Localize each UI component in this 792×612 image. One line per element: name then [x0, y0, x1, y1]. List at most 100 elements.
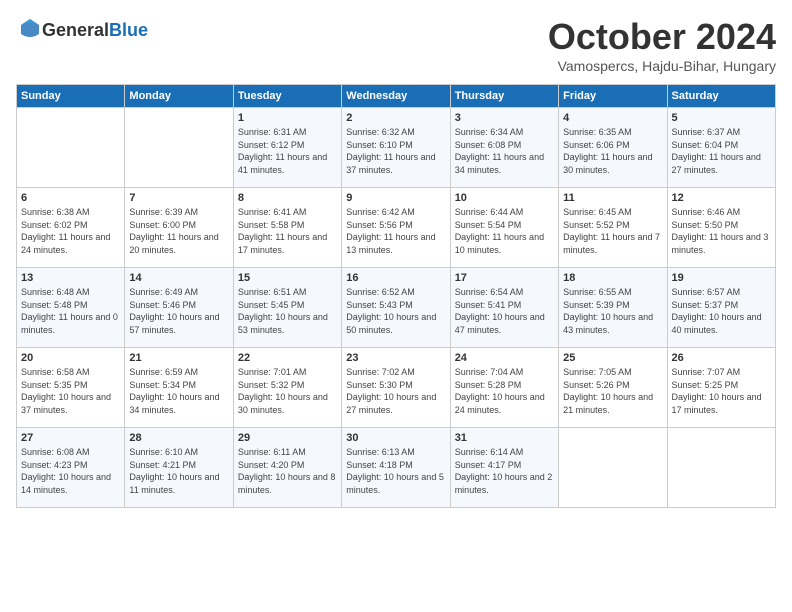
- calendar-week-row: 13Sunrise: 6:48 AM Sunset: 5:48 PM Dayli…: [17, 268, 776, 348]
- day-number: 23: [346, 352, 445, 364]
- calendar-cell: 28Sunrise: 6:10 AM Sunset: 4:21 PM Dayli…: [125, 428, 233, 508]
- calendar-cell: 19Sunrise: 6:57 AM Sunset: 5:37 PM Dayli…: [667, 268, 775, 348]
- day-info: Sunrise: 7:01 AM Sunset: 5:32 PM Dayligh…: [238, 366, 337, 416]
- day-number: 18: [563, 272, 662, 284]
- weekday-header-friday: Friday: [559, 85, 667, 108]
- day-number: 15: [238, 272, 337, 284]
- day-number: 14: [129, 272, 228, 284]
- calendar-cell: 11 Sunrise: 6:45 AM Sunset: 5:52 PM Dayli…: [559, 188, 667, 268]
- calendar-cell: 16 Sunrise: 6:52 AM Sunset: 5:43 PM Dayli…: [342, 268, 450, 348]
- calendar-cell: 9 Sunrise: 6:42 AM Sunset: 5:56 PM Daylig…: [342, 188, 450, 268]
- day-number: 4: [563, 112, 662, 124]
- calendar-cell: 2Sunrise: 6:32 AM Sunset: 6:10 PM Daylig…: [342, 108, 450, 188]
- weekday-header-tuesday: Tuesday: [233, 85, 341, 108]
- day-number: 21: [129, 352, 228, 364]
- calendar-cell: 24Sunrise: 7:04 AM Sunset: 5:28 PM Dayli…: [450, 348, 558, 428]
- day-info: Sunrise: 6:59 AM Sunset: 5:34 PM Dayligh…: [129, 366, 228, 416]
- day-info: Sunrise: 6:55 AM Sunset: 5:39 PM Dayligh…: [563, 286, 662, 336]
- day-info: Sunrise: 6:44 AM Sunset: 5:54 PM Dayligh…: [455, 206, 554, 256]
- logo-general-text: General: [42, 20, 109, 40]
- weekday-header-wednesday: Wednesday: [342, 85, 450, 108]
- logo-icon: [18, 16, 42, 40]
- calendar-cell: 15 Sunrise: 6:51 AM Sunset: 5:45 PM Dayli…: [233, 268, 341, 348]
- calendar-cell: 30 Sunrise: 6:13 AM Sunset: 4:18 PM Dayli…: [342, 428, 450, 508]
- calendar-cell: 13Sunrise: 6:48 AM Sunset: 5:48 PM Dayli…: [17, 268, 125, 348]
- calendar-week-row: 20Sunrise: 6:58 AM Sunset: 5:35 PM Dayli…: [17, 348, 776, 428]
- day-info: Sunrise: 6:51 AM Sunset: 5:45 PM Dayligh…: [238, 286, 337, 336]
- day-info: Sunrise: 6:32 AM Sunset: 6:10 PM Dayligh…: [346, 126, 445, 176]
- logo: GeneralBlue: [16, 16, 148, 45]
- day-info: Sunrise: 6:08 AM Sunset: 4:23 PM Dayligh…: [21, 446, 120, 496]
- calendar-cell: [17, 108, 125, 188]
- day-info: Sunrise: 6:14 AM Sunset: 4:17 PM Dayligh…: [455, 446, 554, 496]
- weekday-header-monday: Monday: [125, 85, 233, 108]
- day-number: 7: [129, 192, 228, 204]
- location-subtitle: Vamospercs, Hajdu-Bihar, Hungary: [548, 58, 776, 74]
- day-number: 25: [563, 352, 662, 364]
- day-info: Sunrise: 6:57 AM Sunset: 5:37 PM Dayligh…: [672, 286, 771, 336]
- day-info: Sunrise: 6:34 AM Sunset: 6:08 PM Dayligh…: [455, 126, 554, 176]
- day-number: 12: [672, 192, 771, 204]
- day-number: 11: [563, 192, 662, 204]
- calendar-cell: 22 Sunrise: 7:01 AM Sunset: 5:32 PM Dayli…: [233, 348, 341, 428]
- day-number: 17: [455, 272, 554, 284]
- day-info: Sunrise: 6:39 AM Sunset: 6:00 PM Dayligh…: [129, 206, 228, 256]
- calendar-cell: 8 Sunrise: 6:41 AM Sunset: 5:58 PM Daylig…: [233, 188, 341, 268]
- day-info: Sunrise: 6:11 AM Sunset: 4:20 PM Dayligh…: [238, 446, 337, 496]
- calendar-cell: 29 Sunrise: 6:11 AM Sunset: 4:20 PM Dayli…: [233, 428, 341, 508]
- day-number: 16: [346, 272, 445, 284]
- calendar-cell: 4 Sunrise: 6:35 AM Sunset: 6:06 PM Daylig…: [559, 108, 667, 188]
- day-number: 28: [129, 432, 228, 444]
- calendar-cell: 21 Sunrise: 6:59 AM Sunset: 5:34 PM Dayli…: [125, 348, 233, 428]
- calendar-cell: 25Sunrise: 7:05 AM Sunset: 5:26 PM Dayli…: [559, 348, 667, 428]
- calendar-cell: [125, 108, 233, 188]
- calendar-cell: 20Sunrise: 6:58 AM Sunset: 5:35 PM Dayli…: [17, 348, 125, 428]
- logo-block: [16, 16, 42, 45]
- calendar-week-row: 1Sunrise: 6:31 AM Sunset: 6:12 PM Daylig…: [17, 108, 776, 188]
- day-info: Sunrise: 6:31 AM Sunset: 6:12 PM Dayligh…: [238, 126, 337, 176]
- day-info: Sunrise: 6:35 AM Sunset: 6:06 PM Dayligh…: [563, 126, 662, 176]
- calendar-cell: 17Sunrise: 6:54 AM Sunset: 5:41 PM Dayli…: [450, 268, 558, 348]
- day-info: Sunrise: 7:04 AM Sunset: 5:28 PM Dayligh…: [455, 366, 554, 416]
- calendar-week-row: 27Sunrise: 6:08 AM Sunset: 4:23 PM Dayli…: [17, 428, 776, 508]
- day-info: Sunrise: 6:45 AM Sunset: 5:52 PM Dayligh…: [563, 206, 662, 256]
- day-number: 22: [238, 352, 337, 364]
- day-number: 26: [672, 352, 771, 364]
- calendar-cell: 3 Sunrise: 6:34 AM Sunset: 6:08 PM Daylig…: [450, 108, 558, 188]
- day-info: Sunrise: 7:02 AM Sunset: 5:30 PM Dayligh…: [346, 366, 445, 416]
- day-info: Sunrise: 7:07 AM Sunset: 5:25 PM Dayligh…: [672, 366, 771, 416]
- weekday-header-saturday: Saturday: [667, 85, 775, 108]
- logo-blue-text: Blue: [109, 20, 148, 40]
- day-info: Sunrise: 6:37 AM Sunset: 6:04 PM Dayligh…: [672, 126, 771, 176]
- day-info: Sunrise: 6:42 AM Sunset: 5:56 PM Dayligh…: [346, 206, 445, 256]
- calendar-cell: 26 Sunrise: 7:07 AM Sunset: 5:25 PM Dayli…: [667, 348, 775, 428]
- day-info: Sunrise: 6:52 AM Sunset: 5:43 PM Dayligh…: [346, 286, 445, 336]
- calendar-cell: 18 Sunrise: 6:55 AM Sunset: 5:39 PM Dayli…: [559, 268, 667, 348]
- calendar-cell: 10Sunrise: 6:44 AM Sunset: 5:54 PM Dayli…: [450, 188, 558, 268]
- day-number: 9: [346, 192, 445, 204]
- weekday-header-thursday: Thursday: [450, 85, 558, 108]
- calendar-cell: 12Sunrise: 6:46 AM Sunset: 5:50 PM Dayli…: [667, 188, 775, 268]
- day-info: Sunrise: 6:38 AM Sunset: 6:02 PM Dayligh…: [21, 206, 120, 256]
- day-number: 3: [455, 112, 554, 124]
- calendar-cell: 1Sunrise: 6:31 AM Sunset: 6:12 PM Daylig…: [233, 108, 341, 188]
- calendar-cell: 5Sunrise: 6:37 AM Sunset: 6:04 PM Daylig…: [667, 108, 775, 188]
- day-info: Sunrise: 6:58 AM Sunset: 5:35 PM Dayligh…: [21, 366, 120, 416]
- day-number: 6: [21, 192, 120, 204]
- calendar-cell: 14 Sunrise: 6:49 AM Sunset: 5:46 PM Dayli…: [125, 268, 233, 348]
- weekday-header-row: SundayMondayTuesdayWednesdayThursdayFrid…: [17, 85, 776, 108]
- day-info: Sunrise: 6:13 AM Sunset: 4:18 PM Dayligh…: [346, 446, 445, 496]
- page-header: GeneralBlue October 2024 Vamospercs, Haj…: [16, 16, 776, 74]
- day-number: 31: [455, 432, 554, 444]
- day-info: Sunrise: 6:49 AM Sunset: 5:46 PM Dayligh…: [129, 286, 228, 336]
- day-info: Sunrise: 6:41 AM Sunset: 5:58 PM Dayligh…: [238, 206, 337, 256]
- calendar-week-row: 6 Sunrise: 6:38 AM Sunset: 6:02 PM Daylig…: [17, 188, 776, 268]
- calendar-cell: [559, 428, 667, 508]
- day-number: 13: [21, 272, 120, 284]
- month-title: October 2024: [548, 16, 776, 58]
- calendar-cell: 27Sunrise: 6:08 AM Sunset: 4:23 PM Dayli…: [17, 428, 125, 508]
- day-number: 29: [238, 432, 337, 444]
- day-number: 8: [238, 192, 337, 204]
- day-number: 30: [346, 432, 445, 444]
- weekday-header-sunday: Sunday: [17, 85, 125, 108]
